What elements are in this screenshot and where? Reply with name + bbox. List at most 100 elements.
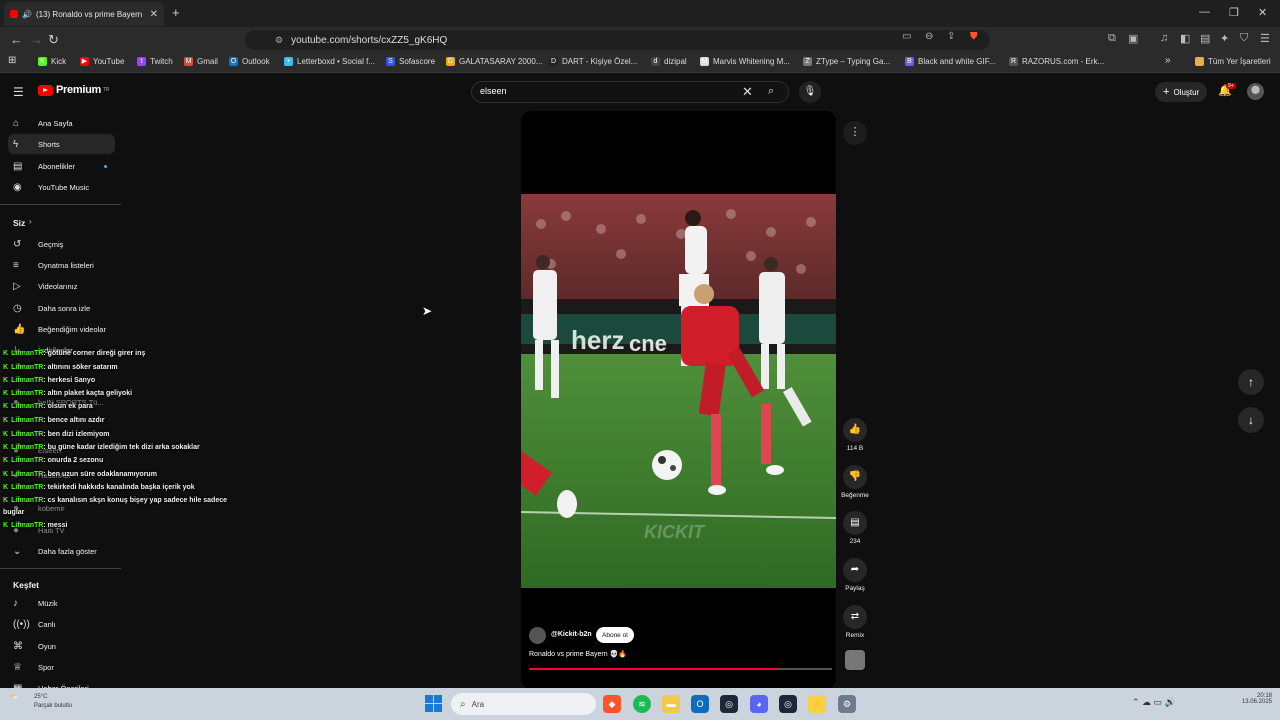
extension-icon[interactable]: ⧉	[1108, 32, 1116, 45]
comments-button[interactable]: ▤ 234	[841, 511, 869, 545]
home-icon: ⌂	[13, 117, 20, 129]
search-input[interactable]: elseen	[480, 86, 507, 96]
search-box[interactable]: elseen ✕ ⌕	[471, 81, 789, 103]
spotify-icon[interactable]: ≋	[633, 695, 651, 713]
url-bar[interactable]: ⚙ youtube.com/shorts/cxZZ5_gK6HQ	[245, 30, 990, 50]
reload-icon[interactable]: ↻	[48, 32, 59, 48]
sidebar-item-oynatma-listeleri[interactable]: ≡ Oynatma listeleri	[8, 255, 115, 275]
steam-app-icon[interactable]: ◎	[779, 695, 797, 713]
apps-icon[interactable]: ⊞	[8, 55, 16, 66]
short-title[interactable]: Ronaldo vs prime Bayern 💀🔥	[529, 650, 627, 658]
sidebar-item-beğendiğim-videolar[interactable]: 👍 Beğendiğim videolar	[8, 319, 115, 339]
bookmark-item[interactable]: K Kick	[38, 57, 66, 66]
like-button[interactable]: 👍 114 B	[841, 418, 869, 452]
next-short-icon[interactable]: ↓	[1238, 407, 1264, 433]
bookmark-item[interactable]: Z ZType – Typing Ga...	[803, 57, 890, 66]
bookmark-item[interactable]: S Sofascore	[386, 57, 435, 66]
vpn-icon[interactable]: ⛉	[1240, 32, 1248, 45]
menu-icon[interactable]: ☰	[1260, 32, 1270, 45]
wallet-icon[interactable]: ▣	[1128, 32, 1138, 45]
share-icon[interactable]: ⇪	[947, 31, 955, 42]
bookmark-item[interactable]: M Gmail	[184, 57, 218, 66]
microphone-icon[interactable]: 🎙	[799, 81, 821, 103]
sound-thumbnail[interactable]	[841, 650, 869, 670]
more-bookmarks-icon[interactable]: »	[1165, 55, 1171, 66]
speaker-icon[interactable]: 🔊	[22, 10, 32, 19]
sidebar-item-geçmiş[interactable]: ↺ Geçmiş	[8, 234, 115, 254]
bookmark-item[interactable]: M Marvis Whitening M...	[700, 57, 790, 66]
search-icon[interactable]: ⌕	[768, 85, 774, 98]
close-window-icon[interactable]: ✕	[1258, 6, 1267, 19]
show-more-button[interactable]: ⌄ Daha fazla göster	[8, 541, 115, 561]
previous-short-icon[interactable]: ↑	[1238, 369, 1264, 395]
share-button[interactable]: ➦ Paylaş	[841, 558, 869, 592]
settings-icon[interactable]: ⚙	[838, 695, 856, 713]
weather-icon[interactable]: ⛅	[10, 693, 19, 701]
sidebar-item-spor[interactable]: ♕ Spor	[8, 657, 115, 677]
zoom-icon[interactable]: ⊖	[925, 31, 933, 42]
bookmark-item[interactable]: d dizipal	[651, 57, 687, 66]
file-explorer-icon[interactable]: ▬	[662, 695, 680, 713]
media-icon[interactable]: ♫	[1160, 32, 1168, 44]
chat-message: K LifmanTR: götüne corner direği girer in…	[3, 350, 145, 357]
all-bookmarks-folder[interactable]: Tüm Yer İşaretleri	[1195, 57, 1271, 66]
create-button[interactable]: + Oluştur	[1155, 82, 1208, 102]
system-tray[interactable]: ⌃ ☁ ▭ 🔊	[1132, 697, 1176, 708]
back-icon[interactable]: ←	[10, 32, 23, 47]
taskbar-search[interactable]: ⌕ Ara	[451, 693, 596, 715]
bookmark-item[interactable]: ▶ YouTube	[80, 57, 124, 66]
start-button[interactable]	[425, 695, 442, 712]
channel-name[interactable]: @Kickit-b2n	[551, 631, 592, 638]
bookmark-item[interactable]: D DART - Kişiye Özel...	[549, 57, 637, 66]
bookmark-item[interactable]: O Outlook	[229, 57, 270, 66]
close-tab-icon[interactable]: ✕	[150, 9, 158, 20]
bookmark-item[interactable]: R RAZORUS.com - Erk...	[1009, 57, 1104, 66]
sidebar-item-daha-sonra-izle[interactable]: ◷ Daha sonra izle	[8, 298, 115, 318]
sidebar-item-canlı[interactable]: ((•)) Canlı	[8, 614, 115, 634]
section-heading-you[interactable]: Siz	[13, 218, 25, 228]
bookmark-item[interactable]: • Letterboxd • Social f...	[284, 57, 375, 66]
hamburger-menu-icon[interactable]: ☰	[13, 85, 24, 99]
bookmark-item[interactable]: G GALATASARAY 2000...	[446, 57, 542, 66]
sidebar-item-youtube-music[interactable]: ◉ YouTube Music	[8, 177, 115, 197]
dislike-button[interactable]: 👎 Beğenme	[841, 465, 869, 499]
chat-username: LifmanTR	[11, 444, 44, 451]
video-frame[interactable]: herz cne KICKIT	[521, 194, 836, 588]
bookmark-item[interactable]: B Black and white GIF...	[905, 57, 995, 66]
wallet-button-icon[interactable]: ▤	[1200, 32, 1210, 45]
leo-icon[interactable]: ✦	[1220, 32, 1229, 45]
forward-icon[interactable]: →	[30, 32, 43, 47]
browser-tab[interactable]: 🔊 (13) Ronaldo vs prime Bayern ✕	[4, 2, 164, 26]
restore-icon[interactable]: ❐	[1229, 6, 1239, 19]
remix-button[interactable]: ⇄ Remix	[841, 605, 869, 639]
discord-icon[interactable]: ◕	[750, 695, 768, 713]
sidebar-toggle-icon[interactable]: ◧	[1180, 32, 1190, 45]
channel-avatar[interactable]	[529, 627, 546, 644]
new-tab-icon[interactable]: +	[172, 5, 180, 20]
sidebar-item-müzik[interactable]: ♪ Müzik	[8, 593, 115, 613]
brave-shield-icon[interactable]: ⛊	[970, 31, 978, 42]
sidebar-item-abonelikler[interactable]: ▤ Abonelikler	[8, 156, 115, 176]
clear-search-icon[interactable]: ✕	[742, 84, 753, 100]
outlook-icon[interactable]: O	[691, 695, 709, 713]
progress-bar[interactable]	[529, 668, 832, 670]
minimize-icon[interactable]: —	[1199, 6, 1210, 18]
subscribe-button[interactable]: Abone ol	[596, 627, 634, 643]
sidebar-item-ana-sayfa[interactable]: ⌂ Ana Sayfa	[8, 113, 115, 133]
steam-icon[interactable]: ◎	[720, 695, 738, 713]
more-options-icon[interactable]: ⋮	[843, 121, 867, 145]
sidebar-item-shorts[interactable]: ϟ Shorts	[8, 134, 115, 154]
sidebar-item-oyun[interactable]: ⌘ Oyun	[8, 636, 115, 656]
youtube-premium-logo[interactable]: Premium TR	[38, 84, 109, 96]
site-info-icon[interactable]: ⚙	[275, 35, 283, 46]
bookmark-item[interactable]: t Twitch	[137, 57, 173, 66]
clock[interactable]: 20:18 13.06.2025	[1226, 693, 1272, 705]
cast-icon[interactable]: ▭	[902, 31, 911, 42]
chevron-right-icon[interactable]: ›	[29, 217, 32, 226]
kick-app-icon[interactable]: ⚡	[808, 695, 826, 713]
brave-browser-icon[interactable]: ◆	[603, 695, 621, 713]
shorts-player[interactable]: herz cne KICKIT @Kickit-b2n Abone ol Ron…	[521, 111, 836, 689]
sidebar-item-videolarınız[interactable]: ▷ Videolarınız	[8, 276, 115, 296]
account-avatar[interactable]	[1247, 83, 1264, 100]
kick-badge-icon: K	[3, 377, 9, 384]
